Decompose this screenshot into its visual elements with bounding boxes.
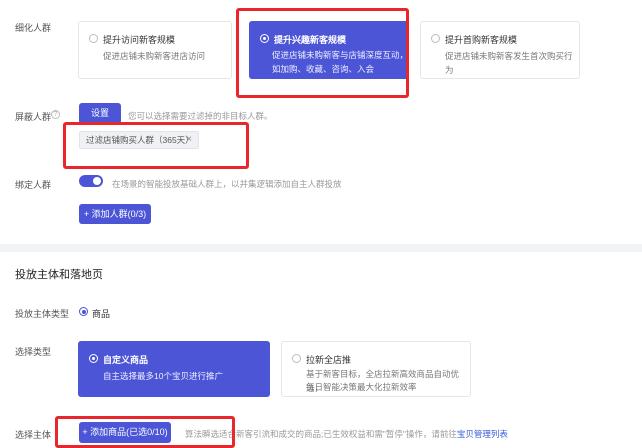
audience-option-visit[interactable]: 提升访问新客规模 促进店铺未购新客进店访问 [78,21,232,79]
bind-toggle[interactable] [79,175,103,187]
select-type-store[interactable]: 拉新全店推 基于新客目标，全店拉新高效商品自动优选， 每日智能决策最大化拉新效率 [281,341,471,397]
option-title: 拉新全店推 [306,355,352,365]
close-icon[interactable]: × [186,132,192,148]
exclude-hint: 您可以选择需要过滤掉的非目标人群。 [128,111,273,121]
option-desc-line2: 如加购、收藏、咨询、入会 [272,64,375,74]
section-title: 投放主体和落地页 [15,269,103,281]
audience-option-first-purchase[interactable]: 提升首购新客规模 促进店铺未购新客发生首次购买行为 [420,21,580,79]
option-title: 提升首购新客规模 [445,35,518,45]
option-desc: 促进店铺未购新客进店访问 [103,51,206,61]
option-desc-line1: 促进店铺未购新客与店铺深度互动， [272,50,409,60]
radio-icon[interactable] [89,34,98,43]
subject-hint-text: 算法瞬选适合新客引流和成交的商品;已生效权益和需"暂停"操作，请前往 [185,429,457,439]
subject-type-label: 投放主体类型 [15,309,70,319]
add-product-button[interactable]: + 添加商品(已选0/10) [79,422,171,443]
exclude-settings-button[interactable]: 设置 [79,103,121,124]
subject-label: 选择主体 [15,430,52,440]
exclude-label: 屏蔽人群 [15,112,52,122]
select-type-custom[interactable]: 自定义商品 自主选择最多10个宝贝进行推广 [78,341,270,397]
radio-icon[interactable] [431,34,440,43]
add-audience-button[interactable]: + 添加人群(0/3) [79,204,151,224]
option-desc: 促进店铺未购新客发生首次购买行为 [445,51,573,75]
option-desc-line2: 每日智能决策最大化拉新效率 [306,382,417,392]
radio-icon[interactable] [89,354,98,363]
radio-icon[interactable] [260,34,269,43]
subject-type-value: 商品 [92,309,111,319]
help-icon[interactable]: ? [51,110,60,119]
excluded-audience-tag: 过滤店铺购买人群（365天） × [79,131,199,149]
option-title: 提升兴趣新客规模 [274,35,347,45]
option-desc: 自主选择最多10个宝贝进行推广 [103,371,223,381]
audience-label: 细化人群 [15,23,52,33]
option-title: 提升访问新客规模 [103,35,176,45]
tag-label: 过滤店铺购买人群（365天） [86,135,194,145]
option-title: 自定义商品 [103,355,149,365]
select-type-label: 选择类型 [15,347,52,357]
audience-option-interest[interactable]: 提升兴趣新客规模 促进店铺未购新客与店铺深度互动， 如加购、收藏、咨询、入会 [249,21,409,79]
bind-label: 绑定人群 [15,180,52,190]
subject-hint: 算法瞬选适合新客引流和成交的商品;已生效权益和需"暂停"操作，请前往宝贝管理列表 [185,428,508,440]
product-management-link[interactable]: 宝贝管理列表 [457,429,508,439]
radio-icon[interactable] [79,307,88,316]
bind-hint: 在场景的智能投放基础人群上，以并集逻辑添加自主人群投放 [112,179,342,189]
radio-icon[interactable] [292,354,301,363]
section-divider [0,244,642,252]
